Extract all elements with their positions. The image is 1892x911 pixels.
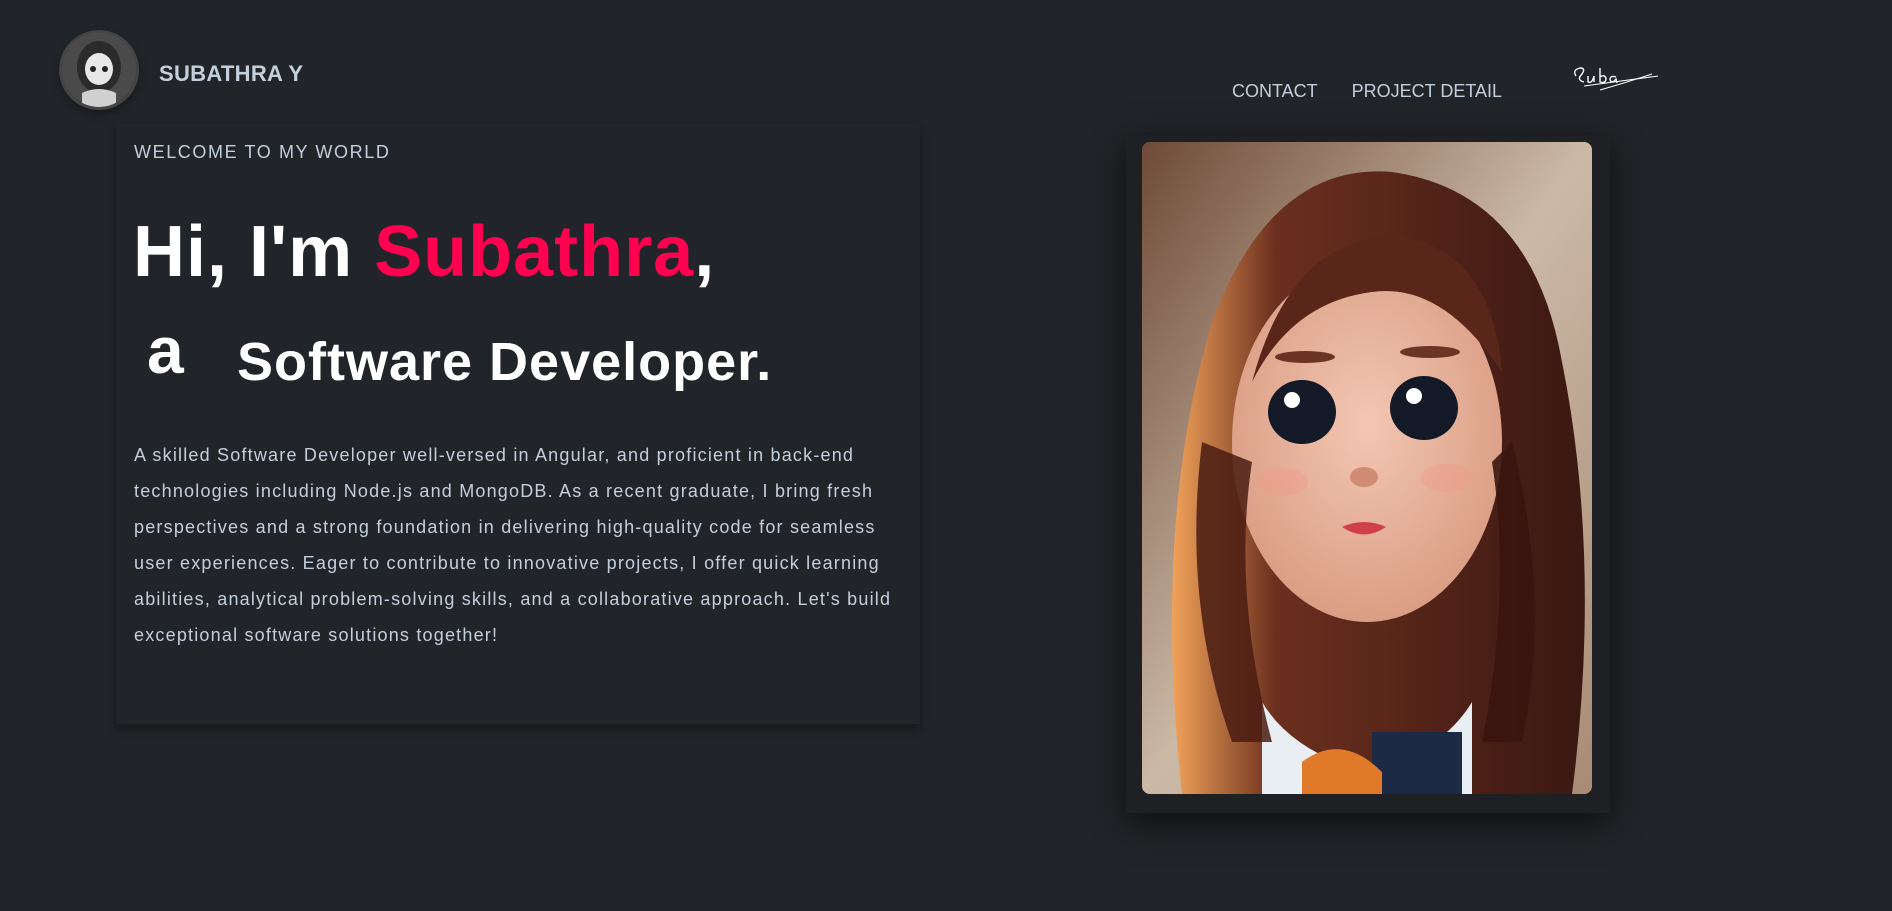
nav-project-detail-link[interactable]: PROJECT DETAIL — [1352, 81, 1502, 102]
headline-role: Software Developer. — [237, 332, 773, 392]
bio-paragraph: A skilled Software Developer well-versed… — [134, 445, 892, 645]
portrait-illustration-icon — [1142, 142, 1592, 794]
brand-name: SUBATHRA Y — [159, 61, 304, 86]
headline-comma: , — [694, 212, 716, 292]
profile-avatar-icon — [62, 33, 136, 107]
avatar[interactable] — [62, 33, 136, 107]
hero-headline: Hi, I'm Subathra, — [133, 212, 715, 292]
portrait-image — [1142, 142, 1592, 794]
nav-contact-link[interactable]: CONTACT — [1232, 81, 1318, 102]
greeting-text: Hi, I'm — [133, 212, 375, 292]
headline-article: a — [147, 313, 184, 387]
signature-icon — [1573, 67, 1659, 91]
main-nav: CONTACT PROJECT DETAIL — [1232, 81, 1502, 102]
welcome-text: WELCOME TO MY WORLD — [134, 142, 391, 162]
signature-logo[interactable] — [1570, 62, 1660, 96]
hero-name: Subathra — [374, 212, 695, 292]
